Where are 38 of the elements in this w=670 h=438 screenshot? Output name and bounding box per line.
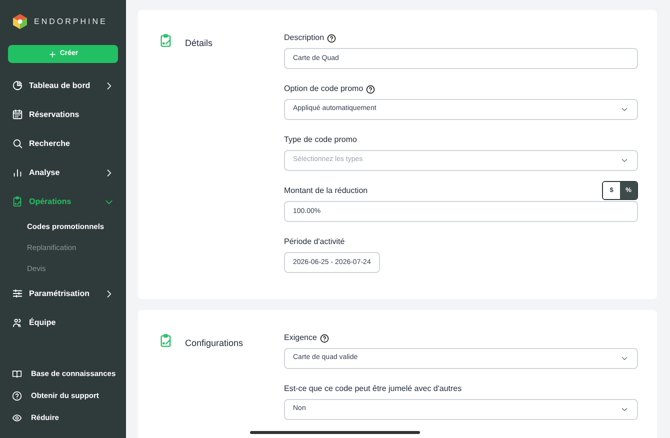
field-label: Exigence [284, 332, 317, 344]
nav-item[interactable]: Analyse [0, 158, 126, 187]
chevron-down-icon [620, 156, 629, 165]
logo-icon [13, 14, 27, 29]
clipboard-icon [12, 196, 23, 207]
plus-icon [48, 50, 57, 58]
chevron-down-icon [620, 405, 629, 414]
nav-item[interactable]: Recherche [0, 129, 126, 158]
chevron-down-icon [620, 354, 629, 363]
nav-item[interactable]: Tableau de bord [0, 71, 126, 100]
book-icon [12, 369, 22, 379]
field-label: Période d'activité [284, 236, 345, 248]
help-icon [366, 84, 376, 94]
field-label: Option de code promo [284, 83, 364, 95]
clipboard-icon [159, 33, 173, 48]
section-title: Configurations [185, 337, 244, 350]
section-title: Détails [185, 37, 213, 50]
field-label: Montant de la réduction [284, 185, 368, 197]
pie-chart-icon [12, 80, 23, 91]
nav-item[interactable]: Équipe [0, 308, 126, 337]
field-label: Description [284, 32, 324, 44]
help-icon [320, 334, 329, 342]
field-label: Type de code promo [284, 134, 357, 146]
nav-item[interactable]: Réservations [0, 100, 126, 129]
nav-item[interactable]: Opérations [0, 187, 126, 216]
field-label: Est-ce que ce code peut être jumelé avec d'autres [284, 383, 462, 395]
calendar-icon [12, 109, 23, 120]
nav-item[interactable]: Paramétrisation [0, 279, 126, 308]
brand-name: ENDORPHINE [34, 16, 108, 28]
help-icon [327, 34, 336, 42]
help-icon [12, 391, 22, 401]
eye-icon [12, 413, 22, 423]
clipboard-icon [159, 333, 173, 348]
chevron-down-icon [620, 105, 629, 114]
search-icon [12, 138, 23, 149]
sliders-icon [12, 288, 23, 299]
bar-chart-icon [12, 167, 23, 178]
people-icon [12, 317, 23, 328]
